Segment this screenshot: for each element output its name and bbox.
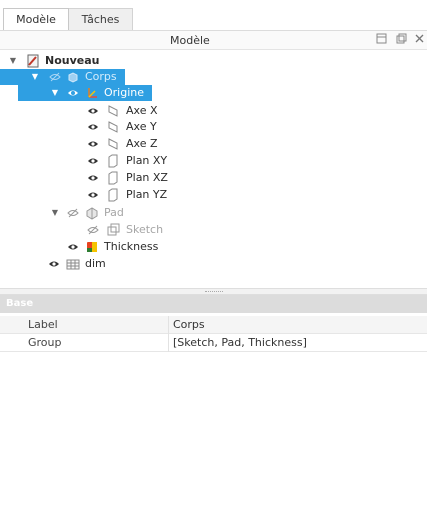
property-row-label[interactable]: Label Corps <box>0 316 427 334</box>
eye-icon[interactable] <box>87 173 99 183</box>
close-icon[interactable] <box>413 33 426 46</box>
tree-item-label: Thickness <box>104 240 159 253</box>
spreadsheet-icon <box>66 257 80 271</box>
tree-item-axe-y[interactable]: Axe Y <box>0 119 427 135</box>
sketch-icon <box>106 223 120 237</box>
eye-hidden-icon[interactable] <box>67 208 79 218</box>
axis-icon <box>106 104 120 118</box>
tree-item-axe-z[interactable]: Axe Z <box>0 136 427 152</box>
restore-icon[interactable] <box>375 33 388 46</box>
eye-hidden-icon[interactable] <box>87 225 99 235</box>
eye-icon[interactable] <box>87 106 99 116</box>
eye-icon[interactable] <box>67 242 79 252</box>
property-name: Label <box>28 318 58 331</box>
plane-icon <box>106 188 120 202</box>
property-value[interactable]: [Sketch, Pad, Thickness] <box>173 334 307 352</box>
tree-item-pad[interactable]: ▼ Pad <box>0 205 427 221</box>
tab-modele[interactable]: Modèle <box>3 8 69 30</box>
model-pane-header: Modèle <box>0 30 427 50</box>
tree-item-label: Sketch <box>126 223 164 236</box>
tree-item-sketch[interactable]: Sketch <box>0 222 427 238</box>
tree-item-label: Axe Z <box>126 137 158 150</box>
tree-item-label: Origine <box>104 86 145 99</box>
tree-item-origine[interactable]: ▼ Origine <box>0 85 427 101</box>
chevron-down-icon[interactable]: ▼ <box>8 53 18 69</box>
pane-title: Modèle <box>170 34 210 47</box>
tree-item-plan-xz[interactable]: Plan XZ <box>0 170 427 186</box>
tree-item-dim[interactable]: dim <box>0 256 427 272</box>
tree-item-nouveau[interactable]: ▼ Nouveau <box>0 53 427 69</box>
axis-icon <box>106 120 120 134</box>
property-row-group[interactable]: Group [Sketch, Pad, Thickness] <box>0 334 427 352</box>
tree-item-axe-x[interactable]: Axe X <box>0 103 427 119</box>
eye-icon[interactable] <box>48 259 60 269</box>
origin-icon <box>85 86 99 100</box>
tree-item-label: dim <box>85 257 106 270</box>
chevron-down-icon[interactable]: ▼ <box>50 85 60 101</box>
eye-icon[interactable] <box>87 190 99 200</box>
model-tree: ▼ Nouveau ▼ Corps ▼ Origine Axe X Axe Y … <box>0 50 427 288</box>
eye-icon[interactable] <box>87 156 99 166</box>
tree-item-thickness[interactable]: Thickness <box>0 239 427 255</box>
tree-item-label: Corps <box>85 70 117 83</box>
thickness-icon <box>85 240 99 254</box>
float-icon[interactable] <box>395 33 408 46</box>
column-divider <box>168 316 169 334</box>
eye-icon[interactable] <box>87 139 99 149</box>
tab-bar: Modèle Tâches <box>0 0 427 30</box>
plane-icon <box>106 154 120 168</box>
splitter-grip[interactable] <box>205 291 223 293</box>
tree-item-label: Plan XZ <box>126 171 168 184</box>
tree-item-corps[interactable]: ▼ Corps <box>0 69 427 85</box>
tab-taches[interactable]: Tâches <box>69 8 133 30</box>
tree-item-plan-yz[interactable]: Plan YZ <box>0 187 427 203</box>
tree-item-plan-xy[interactable]: Plan XY <box>0 153 427 169</box>
tree-item-label: Axe X <box>126 104 158 117</box>
chevron-down-icon[interactable]: ▼ <box>30 69 40 85</box>
eye-hidden-icon[interactable] <box>49 72 61 82</box>
plane-icon <box>106 171 120 185</box>
document-icon <box>26 54 40 68</box>
property-view: Base Label Corps Group [Sketch, Pad, Thi… <box>0 295 427 531</box>
property-value[interactable]: Corps <box>173 316 205 334</box>
property-group-base[interactable]: Base <box>0 295 427 313</box>
pane-splitter[interactable] <box>0 288 427 295</box>
pad-icon <box>85 206 99 220</box>
tree-item-label: Plan YZ <box>126 188 168 201</box>
column-divider <box>168 334 169 352</box>
tree-item-label: Axe Y <box>126 120 157 133</box>
tree-item-label: Nouveau <box>45 54 100 67</box>
tree-item-label: Plan XY <box>126 154 168 167</box>
eye-icon[interactable] <box>87 122 99 132</box>
eye-icon[interactable] <box>67 88 79 98</box>
axis-icon <box>106 137 120 151</box>
chevron-down-icon[interactable]: ▼ <box>50 205 60 221</box>
body-icon <box>66 70 80 84</box>
property-name: Group <box>28 336 62 349</box>
tree-item-label: Pad <box>104 206 124 219</box>
